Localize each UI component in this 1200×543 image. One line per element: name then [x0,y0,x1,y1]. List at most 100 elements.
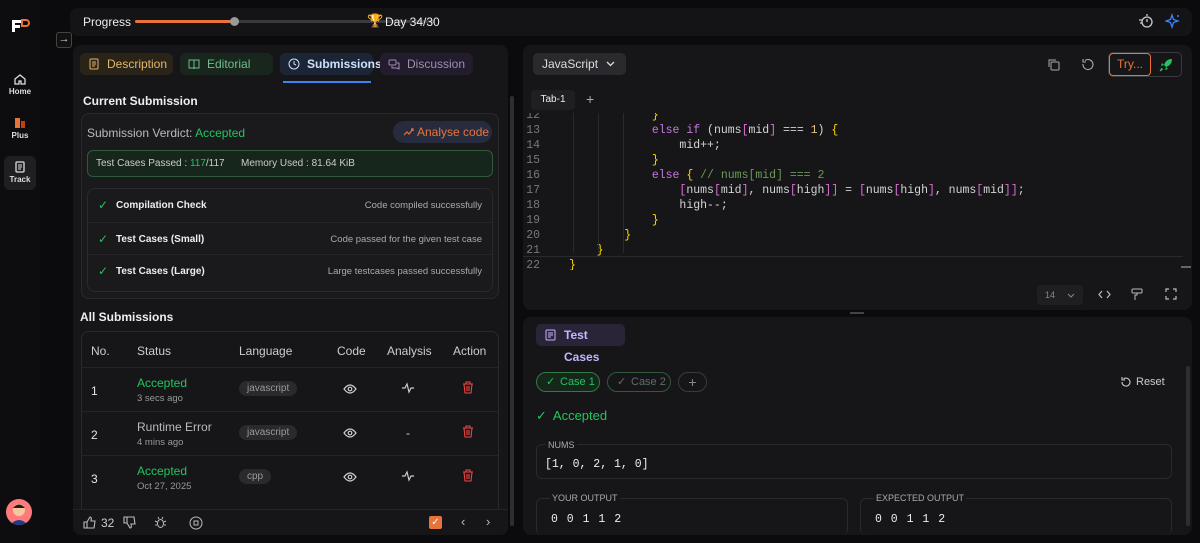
ai-sparkle-icon[interactable] [1163,12,1181,32]
font-size-select[interactable]: 14 [1037,285,1083,305]
dislike-icon[interactable] [123,516,136,532]
code-area[interactable]: 12 } 13 else if (nums[mid] === 1) {14 mid… [523,113,1192,270]
code-text: } [651,214,659,227]
code-line[interactable]: 18 high--; [523,198,1183,213]
testcases-tab[interactable]: Test Cases [536,324,625,364]
prev-problem-icon[interactable]: ‹ [461,514,465,529]
language-select[interactable]: JavaScript [533,53,626,75]
tab-case-2[interactable]: ✓ Case 2 [607,372,671,392]
progress-knob[interactable] [230,17,239,26]
testcases-scrollbar[interactable] [1186,366,1190,526]
language-badge: javascript [239,425,298,440]
hint-icon[interactable] [189,516,203,533]
analysis-chart-icon[interactable] [401,382,415,397]
sidebar-item-label: Plus [11,131,29,140]
tests-passed-value: 117 [189,158,206,169]
editor-tab[interactable]: Tab-1 [531,90,575,110]
sidebar-item-label: Track [9,175,31,184]
chevron-down-icon [1067,293,1075,298]
indent-guide [573,113,574,253]
copy-icon[interactable] [1047,58,1060,74]
progress-fill [135,20,234,23]
code-line[interactable]: 13 else if (nums[mid] === 1) { [523,123,1183,138]
fullscreen-icon[interactable] [1165,288,1177,303]
format-icon[interactable] [1131,288,1143,304]
like-icon[interactable] [83,516,96,532]
editor-scroll-marker [1181,266,1191,268]
left-scrollbar[interactable] [510,90,516,530]
delete-icon[interactable] [462,425,474,441]
table-row[interactable]: 2 Runtime Error 4 mins ago javascript - [82,411,498,455]
line-number: 14 [526,139,540,152]
timer-icon[interactable] [1138,13,1154,32]
trending-icon [403,128,414,136]
add-tab-icon[interactable]: + [586,91,594,107]
sidebar-item-home[interactable]: Home [4,68,36,102]
logo[interactable] [10,18,30,34]
check-icon: ✓ [546,376,556,388]
line-number: 16 [526,169,540,182]
avatar[interactable] [6,499,32,525]
code-line[interactable]: 14 mid++; [523,138,1183,153]
your-output-box: YOUR OUTPUT 0 0 1 1 2 [536,493,848,535]
code-line[interactable]: 19 } [523,213,1183,228]
code-text: } [624,229,632,242]
try-button-group: Try... [1108,52,1182,77]
nums-input[interactable]: NUMS [1, 0, 2, 1, 0] [536,440,1172,479]
code-line[interactable]: 17 [nums[mid], nums[high]] = [nums[high]… [523,183,1183,198]
view-code-icon[interactable] [343,471,357,485]
try-button[interactable]: Try... [1109,53,1151,76]
expected-output-value: 0 0 1 1 2 [875,513,947,526]
bug-icon[interactable] [154,516,167,532]
home-icon [14,74,26,85]
tab-description[interactable]: Description [80,53,173,75]
reset-button[interactable]: Reset [1120,374,1170,390]
current-line-highlight [523,256,1183,270]
expected-output-box: EXPECTED OUTPUT 0 0 1 1 2 [860,493,1172,535]
table-row[interactable]: 3 Accepted Oct 27, 2025 cpp [82,455,498,499]
code-line[interactable]: 12 } [523,113,1183,123]
bookmark-checkbox[interactable]: ✓ [429,516,442,529]
table-header: No. Status Language Code Analysis Action [91,344,487,358]
rocket-icon[interactable] [1159,57,1174,75]
tab-submissions[interactable]: Submissions [280,53,382,75]
delete-icon[interactable] [462,381,474,397]
list-icon [545,329,556,341]
tab-editorial[interactable]: Editorial [180,53,273,75]
code-text: mid++; [569,139,721,152]
analysis-chart-icon[interactable] [401,470,415,485]
chevron-down-icon [606,61,615,67]
arrow-right-icon: → [58,33,70,45]
resize-handle[interactable] [850,312,864,314]
reset-code-icon[interactable] [1081,58,1094,74]
reset-icon [1121,377,1131,387]
check-row: ✓ Test Cases (Small) Code passed for the… [88,222,492,254]
expand-panel-button[interactable]: → [56,32,72,48]
code-line[interactable]: 20 } [523,228,1183,243]
code-view-icon[interactable] [1098,289,1111,303]
language-badge: cpp [239,469,272,484]
sidebar-item-plus[interactable]: Plus [4,112,36,146]
track-icon [15,161,25,173]
delete-icon[interactable] [462,469,474,485]
code-text: } [651,113,659,122]
verdict-value: Accepted [195,126,246,140]
current-submission-title: Current Submission [83,94,198,108]
code-line[interactable]: 16 else { // nums[mid] === 2 [523,168,1183,183]
sidebar-item-track[interactable]: Track [4,156,36,190]
code-text: else { // nums[mid] === 2 [651,169,825,182]
next-problem-icon[interactable]: › [486,514,490,529]
code-text: high--; [569,199,728,212]
submissions-table: No. Status Language Code Analysis Action… [81,331,499,509]
tab-discussion[interactable]: Discussion [380,53,473,75]
code-line[interactable]: 15 } [523,153,1183,168]
tab-case-1[interactable]: ✓ Case 1 [536,372,600,392]
check-icon: ✓ [98,198,109,212]
add-case-button[interactable]: + [678,372,707,392]
view-code-icon[interactable] [343,427,357,441]
view-code-icon[interactable] [343,383,357,397]
analyse-code-button[interactable]: Analyse code [393,121,492,143]
all-submissions-title: All Submissions [80,310,174,324]
table-row[interactable]: 1 Accepted 3 secs ago javascript [82,367,498,411]
your-output-value: 0 0 1 1 2 [551,513,623,526]
